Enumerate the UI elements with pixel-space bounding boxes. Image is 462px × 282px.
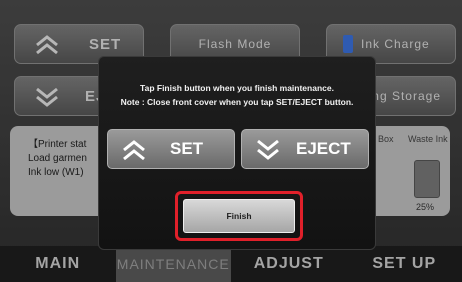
maintenance-screen: SET Flash Mode Ink Charge EJE ing Storag… <box>0 0 462 282</box>
eject-button[interactable]: EJECT <box>241 129 369 169</box>
set-button[interactable]: SET <box>107 129 235 169</box>
chevron-down-icon <box>257 139 279 160</box>
set-button-label: SET <box>170 139 204 158</box>
eject-button-label: EJECT <box>296 139 351 158</box>
dialog-message-line2: Note : Close front cover when you tap SE… <box>120 97 354 107</box>
finish-highlight: Finish <box>175 191 303 241</box>
maintenance-dialog: Tap Finish button when you finish mainte… <box>98 56 376 250</box>
dialog-message-line1: Tap Finish button when you finish mainte… <box>140 83 334 93</box>
chevron-up-icon <box>123 140 145 161</box>
finish-button[interactable]: Finish <box>183 199 295 233</box>
